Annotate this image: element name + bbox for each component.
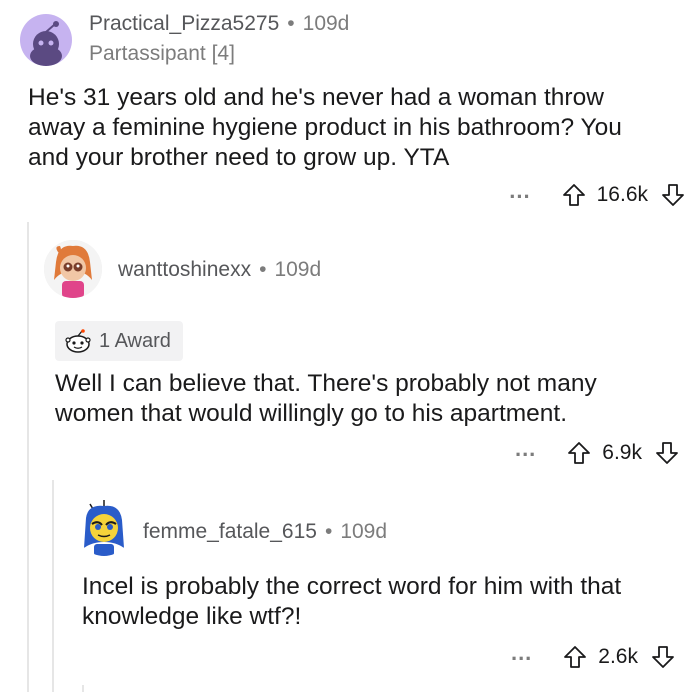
custom-avatar-icon (44, 240, 102, 298)
vote-score: 2.6k (598, 645, 638, 668)
comment-body-line: Incel is probably the correct word for h… (82, 573, 622, 600)
comment-body-line: women that would willingly go to his apa… (55, 400, 568, 427)
award-icon (63, 328, 93, 354)
comment-body: Incel is probably the correct word for h… (82, 572, 687, 632)
custom-avatar-icon (84, 500, 124, 556)
more-options-button[interactable]: ... (511, 642, 532, 664)
vote-score: 6.9k (602, 441, 642, 464)
comment-body-line: away a feminine hygiene product in his b… (28, 114, 622, 141)
avatar[interactable] (44, 240, 102, 298)
comment-header: femme_fatale_615 • 109d (143, 520, 387, 544)
comment-body-line: Well I can believe that. There's probabl… (55, 370, 597, 397)
thread-line-level-2[interactable] (52, 480, 54, 692)
more-options-button[interactable]: ... (515, 438, 536, 460)
thread-line-level-1[interactable] (27, 222, 29, 692)
comment-body-line: and your brother need to grow up. YTA (28, 144, 450, 171)
comment-age: 109d (340, 520, 388, 543)
upvote-icon[interactable] (562, 644, 588, 670)
user-flair: Partassipant [4] (89, 42, 235, 65)
comment-actions: ... 6.9k (515, 438, 680, 468)
upvote-icon[interactable] (566, 440, 592, 466)
vote-score: 16.6k (596, 183, 648, 206)
username[interactable]: Practical_Pizza5275 (89, 12, 279, 36)
default-snoo-icon (30, 21, 62, 66)
award-badge[interactable]: 1 Award (55, 321, 183, 361)
comment-age: 109d (302, 12, 350, 35)
separator-dot: • (259, 258, 267, 281)
more-options-button[interactable]: ... (509, 180, 530, 202)
downvote-icon[interactable] (654, 440, 680, 466)
upvote-icon[interactable] (561, 182, 587, 208)
award-count: 1 Award (99, 329, 171, 352)
comment-body-line: knowledge like wtf?! (82, 603, 302, 630)
comment-actions: ... 16.6k (509, 180, 686, 210)
comment-body: Well I can believe that. There's probabl… (55, 369, 685, 429)
avatar[interactable] (20, 14, 72, 66)
comment-age: 109d (274, 258, 322, 281)
comment-header: wanttoshinexx • 109d (118, 258, 321, 282)
avatar[interactable] (76, 498, 132, 556)
comment-body-line: He's 31 years old and he's never had a w… (28, 84, 604, 111)
thread-line-level-3[interactable] (82, 685, 84, 692)
comment-header: Practical_Pizza5275 • 109d (89, 12, 349, 36)
separator-dot: • (287, 12, 295, 35)
username[interactable]: femme_fatale_615 (143, 520, 317, 544)
downvote-icon[interactable] (660, 182, 686, 208)
comment-actions: ... 2.6k (511, 642, 676, 672)
username[interactable]: wanttoshinexx (118, 258, 251, 282)
downvote-icon[interactable] (650, 644, 676, 670)
separator-dot: • (324, 520, 333, 543)
comment-body: He's 31 years old and he's never had a w… (28, 83, 688, 173)
